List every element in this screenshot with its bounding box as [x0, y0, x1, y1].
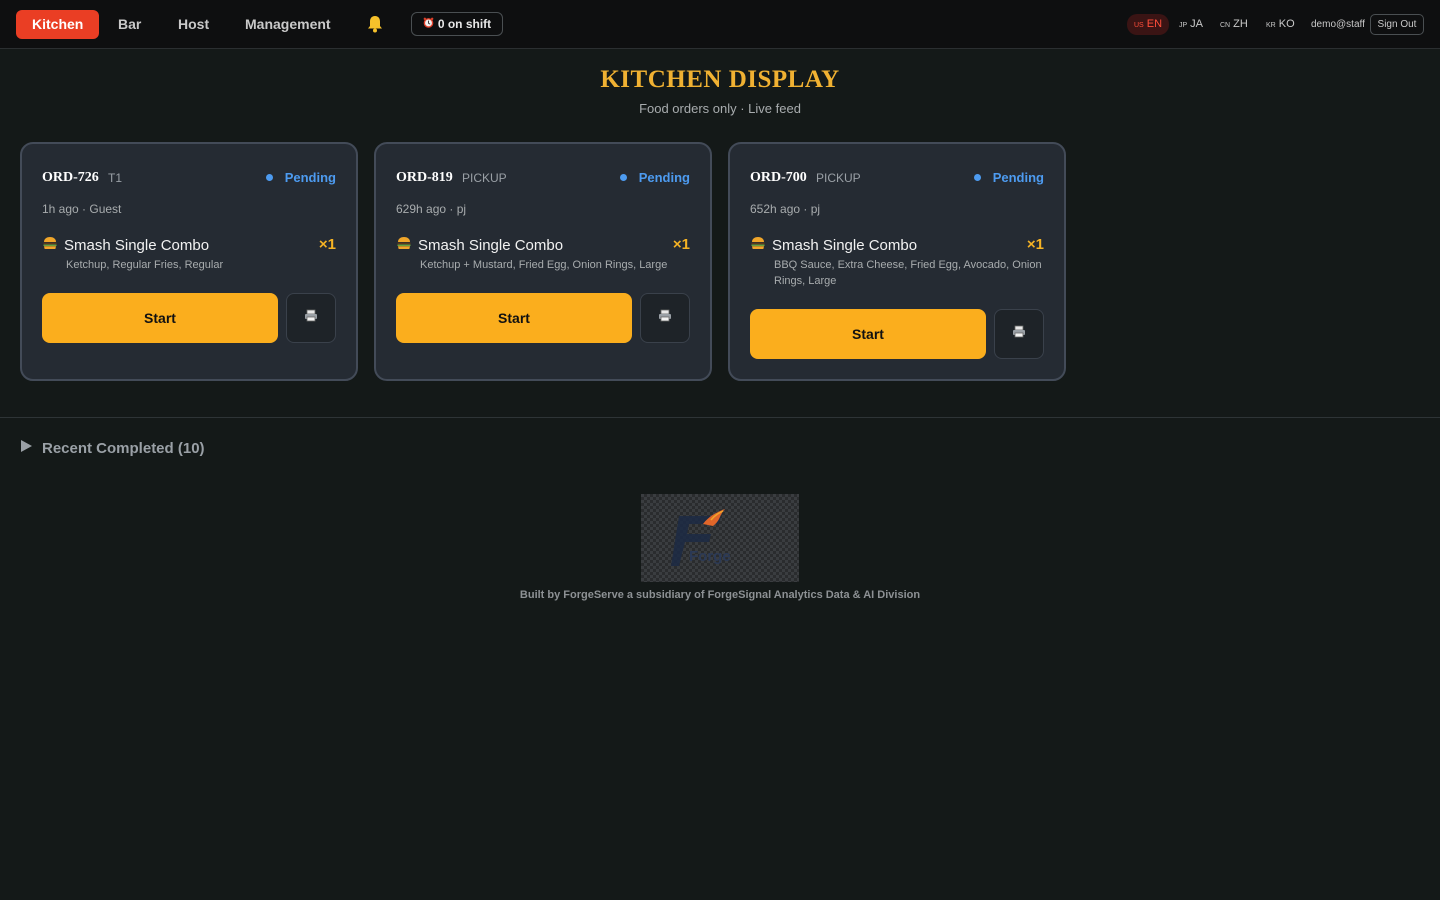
recent-completed-toggle[interactable]: Recent Completed (10) — [20, 439, 205, 457]
section-divider — [0, 417, 1440, 418]
print-button[interactable] — [640, 293, 690, 343]
burger-icon — [750, 236, 766, 254]
item-modifiers: Ketchup + Mustard, Fried Egg, Onion Ring… — [420, 259, 668, 271]
order-tag: PICKUP — [816, 171, 861, 185]
order-meta: 629h ago · pj — [396, 202, 467, 216]
status-label: Pending — [992, 170, 1044, 185]
order-item: Smash Single Combo — [396, 236, 563, 254]
lang-zh[interactable]: CN ZH — [1213, 14, 1255, 35]
order-id: ORD-819 — [396, 170, 453, 185]
status-badge: Pending — [265, 170, 336, 185]
status-badge: Pending — [619, 170, 690, 185]
kr-flag: KR — [1266, 22, 1276, 29]
us-flag: US — [1134, 22, 1144, 29]
page-title: KITCHEN DISPLAY — [600, 66, 840, 93]
sign-out-button[interactable]: Sign Out — [1370, 14, 1424, 35]
item-quantity: ×1 — [1026, 236, 1044, 253]
burger-icon — [42, 236, 58, 254]
item-modifiers: BBQ Sauce, Extra Cheese, Fried Egg, Avoc… — [774, 259, 1042, 287]
order-id: ORD-726 — [42, 170, 99, 185]
tab-bar[interactable]: Bar — [102, 10, 157, 39]
order-item: Smash Single Combo — [750, 236, 917, 254]
item-quantity: ×1 — [318, 236, 336, 253]
order-id: ORD-700 — [750, 170, 807, 185]
logo-text: Forge — [689, 548, 731, 565]
start-button[interactable]: Start — [42, 293, 278, 343]
item-quantity: ×1 — [672, 236, 690, 253]
order-meta: 1h ago · Guest — [42, 202, 122, 216]
item-name: Smash Single Combo — [772, 236, 918, 254]
shift-count: 0 on shift — [437, 17, 492, 31]
caret-right-icon — [20, 439, 33, 457]
lang-label: EN — [1146, 18, 1163, 30]
printer-icon — [304, 309, 318, 327]
status-label: Pending — [638, 170, 690, 185]
print-button[interactable] — [286, 293, 336, 343]
status-badge: Pending — [973, 170, 1044, 185]
order-item: Smash Single Combo — [42, 236, 209, 254]
top-nav: Kitchen Bar Host Management 0 on shift U… — [0, 0, 1440, 49]
tab-kitchen[interactable]: Kitchen — [16, 10, 100, 39]
printer-icon — [1012, 325, 1026, 343]
tab-management[interactable]: Management — [229, 10, 347, 39]
status-dot-icon — [973, 174, 981, 181]
alarm-clock-icon — [423, 17, 434, 31]
page-subtitle: Food orders only · Live feed — [639, 101, 801, 116]
lang-label: KO — [1278, 18, 1295, 30]
status-dot-icon — [619, 174, 627, 181]
lang-ja[interactable]: JP JA — [1172, 14, 1210, 35]
start-button[interactable]: Start — [396, 293, 632, 343]
footer-credit: Built by ForgeServe a subsidiary of Forg… — [519, 589, 921, 601]
order-tag: T1 — [108, 171, 123, 185]
print-button[interactable] — [994, 309, 1044, 359]
order-card: ORD-700 PICKUP Pending 652h ago · pj Sma… — [728, 142, 1066, 381]
item-name: Smash Single Combo — [64, 236, 210, 254]
user-email: demo@staff — [1311, 19, 1365, 30]
bell-icon[interactable] — [366, 14, 384, 34]
order-card: ORD-819 PICKUP Pending 629h ago · pj Sma… — [374, 142, 712, 381]
lang-label: ZH — [1233, 18, 1248, 30]
printer-icon — [658, 309, 672, 327]
burger-icon — [396, 236, 412, 254]
lang-label: JA — [1190, 18, 1204, 30]
item-name: Smash Single Combo — [418, 236, 564, 254]
item-modifiers: Ketchup, Regular Fries, Regular — [66, 259, 224, 271]
order-meta: 652h ago · pj — [750, 202, 821, 216]
company-logo: Forge — [641, 494, 799, 582]
tab-host[interactable]: Host — [162, 10, 225, 39]
on-shift-badge[interactable]: 0 on shift — [411, 12, 503, 36]
order-card: ORD-726 T1 Pending 1h ago · Guest Smash … — [20, 142, 358, 381]
status-label: Pending — [284, 170, 336, 185]
jp-flag: JP — [1179, 22, 1188, 29]
status-dot-icon — [265, 174, 273, 181]
recent-completed-label: Recent Completed (10) — [42, 439, 205, 457]
order-tag: PICKUP — [462, 171, 507, 185]
lang-en[interactable]: US EN — [1127, 14, 1170, 35]
start-button[interactable]: Start — [750, 309, 986, 359]
cn-flag: CN — [1220, 22, 1231, 29]
lang-ko[interactable]: KR KO — [1259, 14, 1302, 35]
